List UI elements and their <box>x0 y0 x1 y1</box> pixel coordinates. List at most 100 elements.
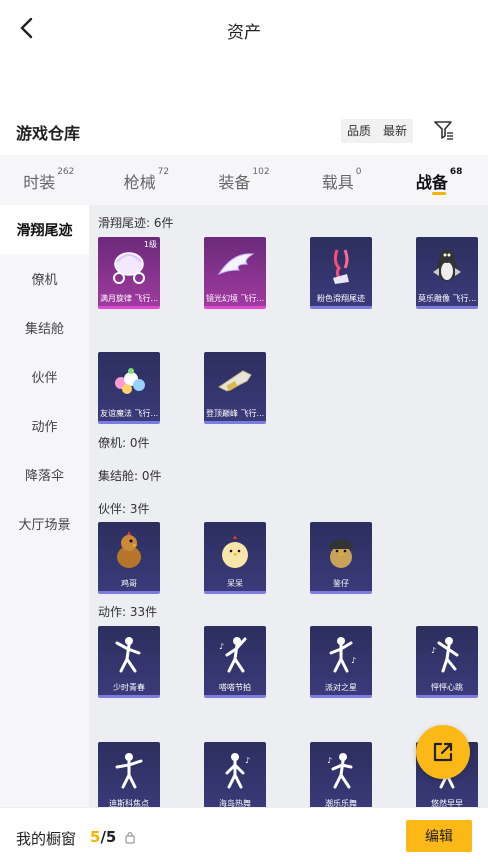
chick-icon <box>204 522 266 580</box>
soldier-chick-icon <box>310 522 372 580</box>
tab-war-prep[interactable]: 战备 68 <box>390 155 488 205</box>
item-level: 1级 <box>143 240 157 249</box>
item-name: 迪斯科焦点 <box>109 799 149 807</box>
item-name: 友谊魔法 飞行... <box>100 409 159 418</box>
showcase-label: 我的橱窗 <box>16 830 77 848</box>
svg-text:♪: ♪ <box>431 646 436 655</box>
tab-count: 102 <box>252 167 270 177</box>
filter-icon <box>434 121 453 140</box>
item-card[interactable]: 镜光幻境 飞行... <box>204 237 266 309</box>
dance-icon <box>98 626 160 684</box>
item-card[interactable]: 莫乐雕像 飞行... <box>416 237 478 309</box>
item-name: 悠然早早 <box>431 799 463 807</box>
dance-icon: ♪ <box>416 626 478 684</box>
sidebar-item-capsule[interactable]: 集结舱 <box>0 303 89 352</box>
sidebar-item-parachute[interactable]: 降落伞 <box>0 450 89 499</box>
showcase-current: 5 <box>90 828 101 846</box>
item-name: 潮乐乐舞 <box>325 799 357 807</box>
page-title: 资产 <box>227 23 261 43</box>
lock-icon <box>125 831 135 844</box>
assets-page: 资产 游戏仓库 品质 最新 时装 262 枪械 72 装备 102 载具 0 战备 68 … <box>0 0 488 864</box>
item-card[interactable]: ♪ 嗒嗒节拍 <box>204 626 266 698</box>
wing-icon <box>204 237 266 295</box>
item-card[interactable]: 友谊魔法 飞行... <box>98 352 160 424</box>
section-label-partner: 伙伴: 3件 <box>98 502 150 516</box>
item-card[interactable]: 登顶巅峰 飞行... <box>204 352 266 424</box>
item-name: 镜光幻境 飞行... <box>206 294 265 303</box>
tab-fashion[interactable]: 时装 262 <box>0 155 98 205</box>
dance-icon: ♪ <box>204 742 266 800</box>
item-name: 登顶巅峰 飞行... <box>206 409 265 418</box>
sort-toggle: 品质 最新 <box>341 119 414 143</box>
top-bar: 资产 <box>0 0 488 56</box>
item-name: 嗒嗒节拍 <box>219 683 251 692</box>
item-name: 少时青春 <box>113 683 145 692</box>
item-card[interactable]: 呆呆 <box>204 522 266 594</box>
active-tab-indicator <box>432 192 447 195</box>
sidebar-item-lobby-scene[interactable]: 大厅场景 <box>0 499 89 548</box>
sidebar-item-wingman[interactable]: 僚机 <box>0 254 89 303</box>
pink-trail-icon <box>310 237 372 295</box>
item-card[interactable]: 迪斯科焦点 <box>98 742 160 807</box>
item-card[interactable]: 少时青春 <box>98 626 160 698</box>
tab-label: 装备 <box>218 173 251 192</box>
external-link-icon <box>433 742 453 762</box>
sidebar-item-glide-trail[interactable]: 滑翔尾迹 <box>0 205 89 254</box>
item-card[interactable]: 鉴仔 <box>310 522 372 594</box>
sidebar: 滑翔尾迹 僚机 集结舱 伙伴 动作 降落伞 大厅场景 <box>0 205 89 807</box>
item-name: 满月旋律 飞行... <box>100 294 159 303</box>
item-card[interactable]: 鸡哥 <box>98 522 160 594</box>
category-tabs: 时装 262 枪械 72 装备 102 载具 0 战备 68 <box>0 155 488 205</box>
svg-text:♪: ♪ <box>219 642 224 651</box>
showcase-count: 5/5 <box>90 828 116 846</box>
chicken-icon <box>98 522 160 580</box>
edit-button[interactable]: 编辑 <box>406 820 472 852</box>
section-label-capsule: 集结舱: 0件 <box>98 469 162 483</box>
item-name: 鸡哥 <box>121 579 137 588</box>
sort-quality-button[interactable]: 品质 <box>341 119 377 143</box>
filter-button[interactable] <box>432 118 456 142</box>
item-name: 派对之星 <box>325 683 357 692</box>
tab-equipment[interactable]: 装备 102 <box>195 155 293 205</box>
svg-text:♪: ♪ <box>245 756 250 765</box>
flower-icon <box>98 352 160 410</box>
item-card[interactable]: ♪ 潮乐乐舞 <box>310 742 372 807</box>
section-label-wingman: 僚机: 0件 <box>98 436 150 450</box>
svg-text:♪: ♪ <box>327 756 332 765</box>
item-card[interactable]: ♪ 海岛热舞 <box>204 742 266 807</box>
item-name: 海岛热舞 <box>219 799 251 807</box>
dance-icon: ♪ <box>310 742 372 800</box>
section-label-action: 动作: 33件 <box>98 605 158 619</box>
item-name: 鉴仔 <box>333 579 349 588</box>
item-card[interactable]: ♪ 派对之星 <box>310 626 372 698</box>
tab-label: 枪械 <box>123 173 156 192</box>
tab-label: 载具 <box>321 173 354 192</box>
sort-newest-button[interactable]: 最新 <box>377 119 413 143</box>
tab-count: 0 <box>355 167 362 177</box>
tab-count: 72 <box>157 167 170 177</box>
sidebar-item-action[interactable]: 动作 <box>0 401 89 450</box>
jet-icon <box>204 352 266 410</box>
tab-vehicles[interactable]: 载具 0 <box>293 155 391 205</box>
dance-icon: ♪ <box>310 626 372 684</box>
tab-guns[interactable]: 枪械 72 <box>98 155 196 205</box>
share-button[interactable] <box>416 725 470 779</box>
tab-count: 68 <box>449 167 463 177</box>
item-name: 粉色滑翔尾迹 <box>317 294 365 303</box>
dance-icon: ♪ <box>204 626 266 684</box>
dance-icon <box>98 742 160 800</box>
svg-text:♪: ♪ <box>351 656 356 665</box>
tab-label: 时装 <box>23 173 56 192</box>
item-grid: 滑翔尾迹: 6件 1级 满月旋律 飞行... 镜光幻境 飞行... 粉色滑翔尾迹 <box>89 205 488 807</box>
showcase-total: 5 <box>105 828 117 846</box>
tab-label: 战备 <box>415 173 448 192</box>
tab-count: 262 <box>57 167 75 177</box>
showcase-bar: 我的橱窗 5/5 编辑 <box>0 807 488 864</box>
item-card[interactable]: ♪ 怦怦心跳 <box>416 626 478 698</box>
section-label-glide: 滑翔尾迹: 6件 <box>98 216 174 230</box>
warehouse-row: 游戏仓库 品质 最新 <box>0 112 488 150</box>
item-name: 怦怦心跳 <box>431 683 463 692</box>
sidebar-item-partner[interactable]: 伙伴 <box>0 352 89 401</box>
item-card[interactable]: 粉色滑翔尾迹 <box>310 237 372 309</box>
item-card[interactable]: 1级 满月旋律 飞行... <box>98 237 160 309</box>
